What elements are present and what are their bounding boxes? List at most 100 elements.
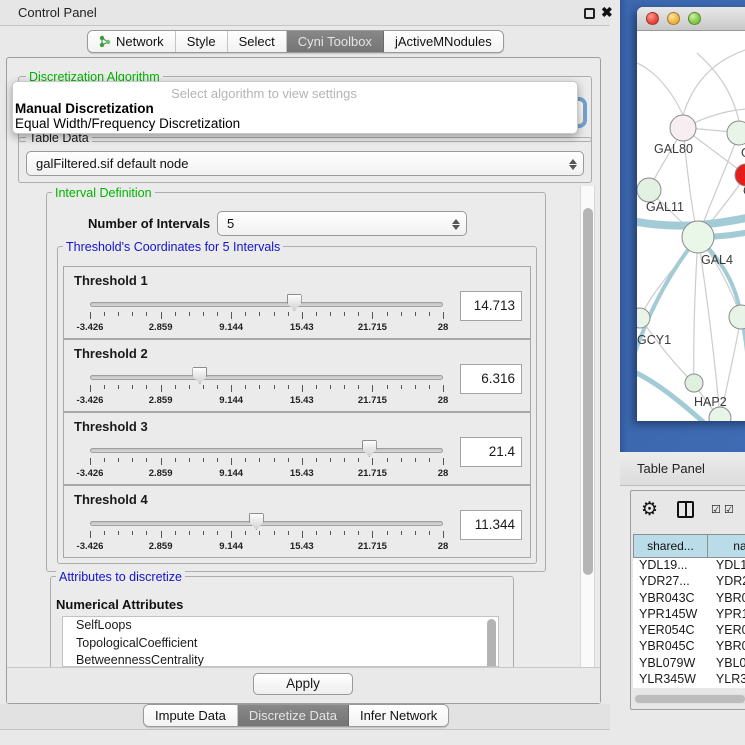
threshold-slider[interactable]: -3.4262.8599.14415.4321.71528 <box>90 445 443 481</box>
cell-name[interactable]: YBR0 <box>708 591 745 607</box>
cell-name[interactable]: YER0 <box>708 623 745 639</box>
table-row[interactable]: YDR27... YDR2 <box>633 574 745 590</box>
tab-select[interactable]: Select <box>228 31 287 52</box>
tick-mark <box>401 458 402 462</box>
list-item[interactable]: TopologicalCoefficient <box>63 635 498 653</box>
menu-item-equal-width-frequency[interactable]: Equal Width/Frequency Discretization <box>15 116 240 131</box>
tick-mark <box>245 312 246 316</box>
list-scrollbar[interactable] <box>487 619 496 667</box>
float-window-icon[interactable] <box>584 8 595 19</box>
list-item[interactable]: SelfLoops <box>63 617 498 635</box>
cell-name[interactable]: YPR1 <box>708 607 745 623</box>
threshold-row: Threshold 3 -3.4262.8599.14415.4321.7152… <box>63 412 531 485</box>
table-horizontal-scrollbar[interactable] <box>634 694 745 704</box>
node-gal4[interactable] <box>682 221 714 253</box>
number-of-intervals-combobox[interactable]: 5 <box>217 211 467 236</box>
cell-name[interactable]: YBL0 <box>708 656 745 672</box>
table-row[interactable]: YBL079W YBL0 <box>633 656 745 672</box>
column-layout-icon[interactable] <box>677 501 694 518</box>
close-traffic-light-icon[interactable] <box>646 12 659 25</box>
threshold-value-field[interactable]: 11.344 <box>460 510 522 540</box>
threshold-slider[interactable]: -3.4262.8599.14415.4321.71528 <box>90 372 443 408</box>
slider-track[interactable] <box>90 448 443 453</box>
table-panel-title: Table Panel <box>637 461 705 476</box>
checkbox-icon[interactable]: ☑ <box>724 503 734 516</box>
gear-icon[interactable]: ⚙ <box>641 498 658 521</box>
checkbox-icon[interactable]: ☑ <box>711 503 721 516</box>
tab-cyni-toolbox[interactable]: Cyni Toolbox <box>287 31 384 52</box>
cell-shared-name[interactable]: YBR043C <box>633 591 708 607</box>
tick-mark <box>429 458 430 462</box>
column-header-shared-name[interactable]: shared... <box>633 534 708 558</box>
slider-scale-labels: -3.4262.8599.14415.4321.71528 <box>90 468 443 479</box>
tick-mark <box>132 458 133 462</box>
table-body[interactable]: YDL19... YDL1 YDR27... YDR2 YBR043C YBR0… <box>633 558 745 688</box>
node-top-right[interactable] <box>727 121 745 145</box>
tab-impute-data[interactable]: Impute Data <box>144 705 238 726</box>
tab-infer-network[interactable]: Infer Network <box>349 705 448 726</box>
node-label: GAL4 <box>701 253 733 267</box>
slider-handle[interactable] <box>249 513 264 530</box>
node-gal11[interactable] <box>637 178 661 202</box>
threshold-slider[interactable]: -3.4262.8599.14415.4321.71528 <box>90 299 443 335</box>
slider-handle[interactable] <box>192 367 207 384</box>
cell-name[interactable]: YLR3 <box>708 672 745 688</box>
node-gal80[interactable] <box>670 115 696 141</box>
table-data-combobox[interactable]: galFiltered.sif default node <box>26 151 584 176</box>
minimize-traffic-light-icon[interactable] <box>667 12 680 25</box>
cell-shared-name[interactable]: YER054C <box>633 623 708 639</box>
tab-network[interactable]: Network <box>88 31 176 52</box>
threshold-slider[interactable]: -3.4262.8599.14415.4321.71528 <box>90 518 443 554</box>
scrollbar-thumb[interactable] <box>635 695 745 703</box>
node-gcy1[interactable] <box>637 308 650 328</box>
cell-shared-name[interactable]: YPR145W <box>633 607 708 623</box>
slider-track[interactable] <box>90 375 443 380</box>
tab-style[interactable]: Style <box>176 31 228 52</box>
table-row[interactable]: YER054C YER0 <box>633 623 745 639</box>
close-icon[interactable]: ✖ <box>601 4 613 21</box>
cell-shared-name[interactable]: YDL19... <box>633 558 708 574</box>
threshold-value-field[interactable]: 14.713 <box>460 291 522 321</box>
cell-shared-name[interactable]: YBR045C <box>633 639 708 655</box>
panel-scrollbar[interactable] <box>580 186 595 667</box>
table-row[interactable]: YBR045C YBR0 <box>633 639 745 655</box>
cell-name[interactable]: YDL1 <box>708 558 745 574</box>
slider-handle[interactable] <box>287 294 302 311</box>
tab-discretize-data[interactable]: Discretize Data <box>238 705 349 726</box>
tick-mark <box>302 385 303 392</box>
numerical-attributes-list[interactable]: SelfLoops TopologicalCoefficient Between… <box>62 616 499 667</box>
table-row[interactable]: YBR043C YBR0 <box>633 591 745 607</box>
threshold-value-field[interactable]: 21.4 <box>460 437 522 467</box>
cell-name[interactable]: YDR2 <box>708 574 745 590</box>
zoom-traffic-light-icon[interactable] <box>688 12 701 25</box>
cell-shared-name[interactable]: YDR27... <box>633 574 708 590</box>
slider-track[interactable] <box>90 302 443 307</box>
cell-shared-name[interactable]: YLR345W <box>633 672 708 688</box>
table-row[interactable]: YDL19... YDL1 <box>633 558 745 574</box>
table-row[interactable]: YLR345W YLR3 <box>633 672 745 688</box>
tab-jactivemnodules[interactable]: jActiveMNodules <box>384 31 503 52</box>
scrollbar-thumb[interactable] <box>583 208 593 575</box>
tick-mark <box>372 385 373 392</box>
network-view[interactable]: GAL80 GA C GAL11 GAL4 GCY1 H HAP2 <box>637 31 745 421</box>
table-header-row: shared... na <box>633 534 745 558</box>
slider-handle[interactable] <box>362 440 377 457</box>
column-header-name[interactable]: na <box>708 534 745 558</box>
apply-button[interactable]: Apply <box>253 673 353 695</box>
node-h[interactable] <box>729 305 745 329</box>
threshold-value-field[interactable]: 6.316 <box>460 364 522 394</box>
slider-track[interactable] <box>90 521 443 526</box>
bottom-tab-bar: Impute Data Discretize Data Infer Networ… <box>143 704 449 727</box>
table-toolbar: ⚙ ☑ ☑ <box>631 491 745 533</box>
list-item[interactable]: BetweennessCentrality <box>63 652 498 667</box>
tick-mark <box>217 312 218 316</box>
node-hap2[interactable] <box>685 374 703 392</box>
group-title: Interval Definition <box>52 186 155 200</box>
interval-count: 5 <box>227 216 234 231</box>
tick-mark <box>189 531 190 535</box>
cell-name[interactable]: YBR0 <box>708 639 745 655</box>
menu-item-manual-discretization[interactable]: Manual Discretization <box>15 101 154 116</box>
table-row[interactable]: YPR145W YPR1 <box>633 607 745 623</box>
cell-shared-name[interactable]: YBL079W <box>633 656 708 672</box>
network-graph[interactable]: GAL80 GA C GAL11 GAL4 GCY1 H HAP2 <box>637 31 745 421</box>
